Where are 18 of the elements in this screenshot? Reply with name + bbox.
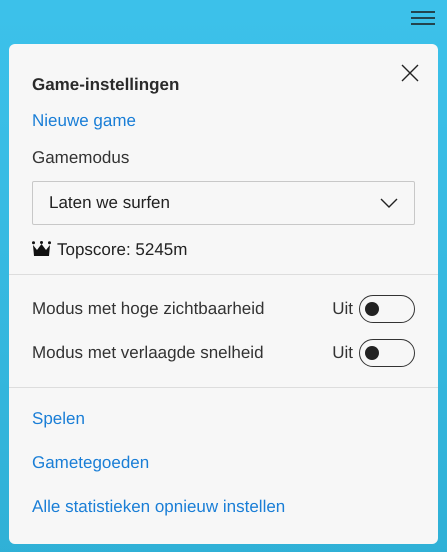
toggle-switch[interactable] [359,295,415,323]
high-score: Topscore: 5245m [57,238,188,260]
mode-label: Gamemodus [32,147,130,169]
toggle-label: Modus met hoge zichtbaarheid [32,298,266,320]
panel-title: Game-instellingen [32,74,180,96]
toggle-state: Uit [332,298,353,320]
toggle-switch[interactable] [359,339,415,367]
toggle-label: Modus met verlaagde snelheid [32,342,265,364]
crown-icon [32,241,51,258]
mode-dropdown[interactable]: Laten we surfen [32,180,415,224]
toggle-state: Uit [332,342,353,364]
close-icon[interactable] [401,64,419,82]
new-game-link[interactable]: Nieuwe game [32,108,415,133]
menu-link[interactable]: Gametegoeden [32,450,150,476]
chevron-down-icon [380,198,398,208]
menu-link[interactable]: Spelen [32,406,85,432]
menu-icon[interactable] [411,10,435,26]
menu-link[interactable]: Alle statistieken opnieuw instellen [32,494,286,520]
